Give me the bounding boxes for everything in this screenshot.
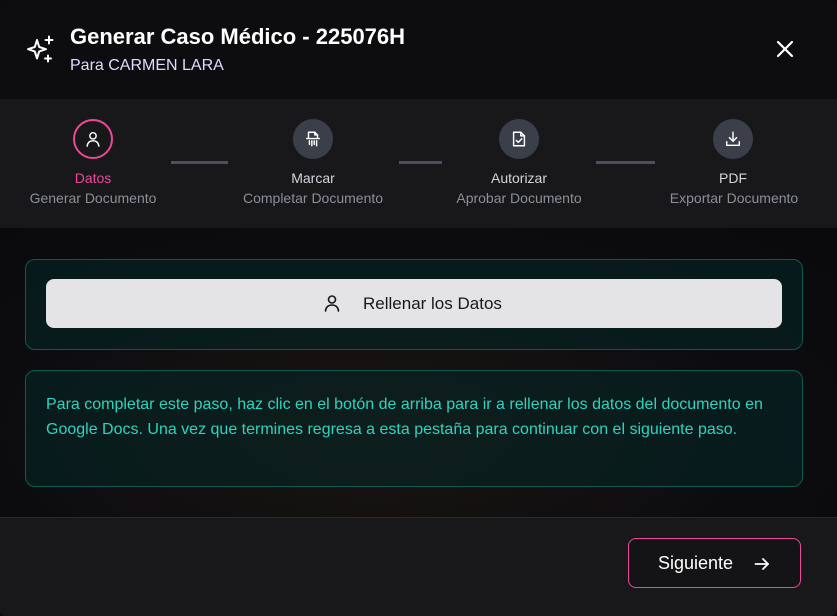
step-marcar-name: Marcar [291,170,335,186]
modal-header: Generar Caso Médico - 225076H Para CARME… [0,0,837,99]
step-marcar-description: Completar Documento [242,190,384,206]
step-autorizar-name: Autorizar [490,170,548,186]
modal-title: Generar Caso Médico - 225076H [70,24,406,49]
step-connector [596,161,655,164]
close-icon[interactable] [772,36,798,62]
download-icon [725,131,741,147]
user-icon [324,295,340,312]
step-marcar-circle[interactable] [293,119,333,159]
file-check-icon [512,131,526,147]
step-connector [399,161,442,164]
instructions-text: Para completar este paso, haz clic en el… [46,396,763,438]
modal-dialog: Generar Caso Médico - 225076H Para CARME… [0,0,837,616]
user-icon [86,131,100,147]
sparkles-icon [27,35,54,63]
step-pdf-name: PDF [719,170,747,186]
step-indicator: Datos Generar Documento Marcar Completar… [0,99,837,228]
step-autorizar-circle[interactable] [499,119,539,159]
step-datos-name: Datos [74,170,112,186]
step-datos-circle[interactable] [73,119,113,159]
step-datos-description: Generar Documento [29,190,157,206]
fill-data-button-label[interactable]: Rellenar los Datos [363,294,502,314]
modal-subtitle: Para CARMEN LARA [70,57,224,74]
document-shred-icon [305,131,321,147]
step-autorizar-description: Aprobar Documento [456,190,582,206]
step-connector [171,161,228,164]
arrow-right-icon [754,558,769,570]
step-pdf-description: Exportar Documento [669,190,799,206]
step-pdf-circle[interactable] [713,119,753,159]
next-button-label[interactable]: Siguiente [658,553,733,574]
